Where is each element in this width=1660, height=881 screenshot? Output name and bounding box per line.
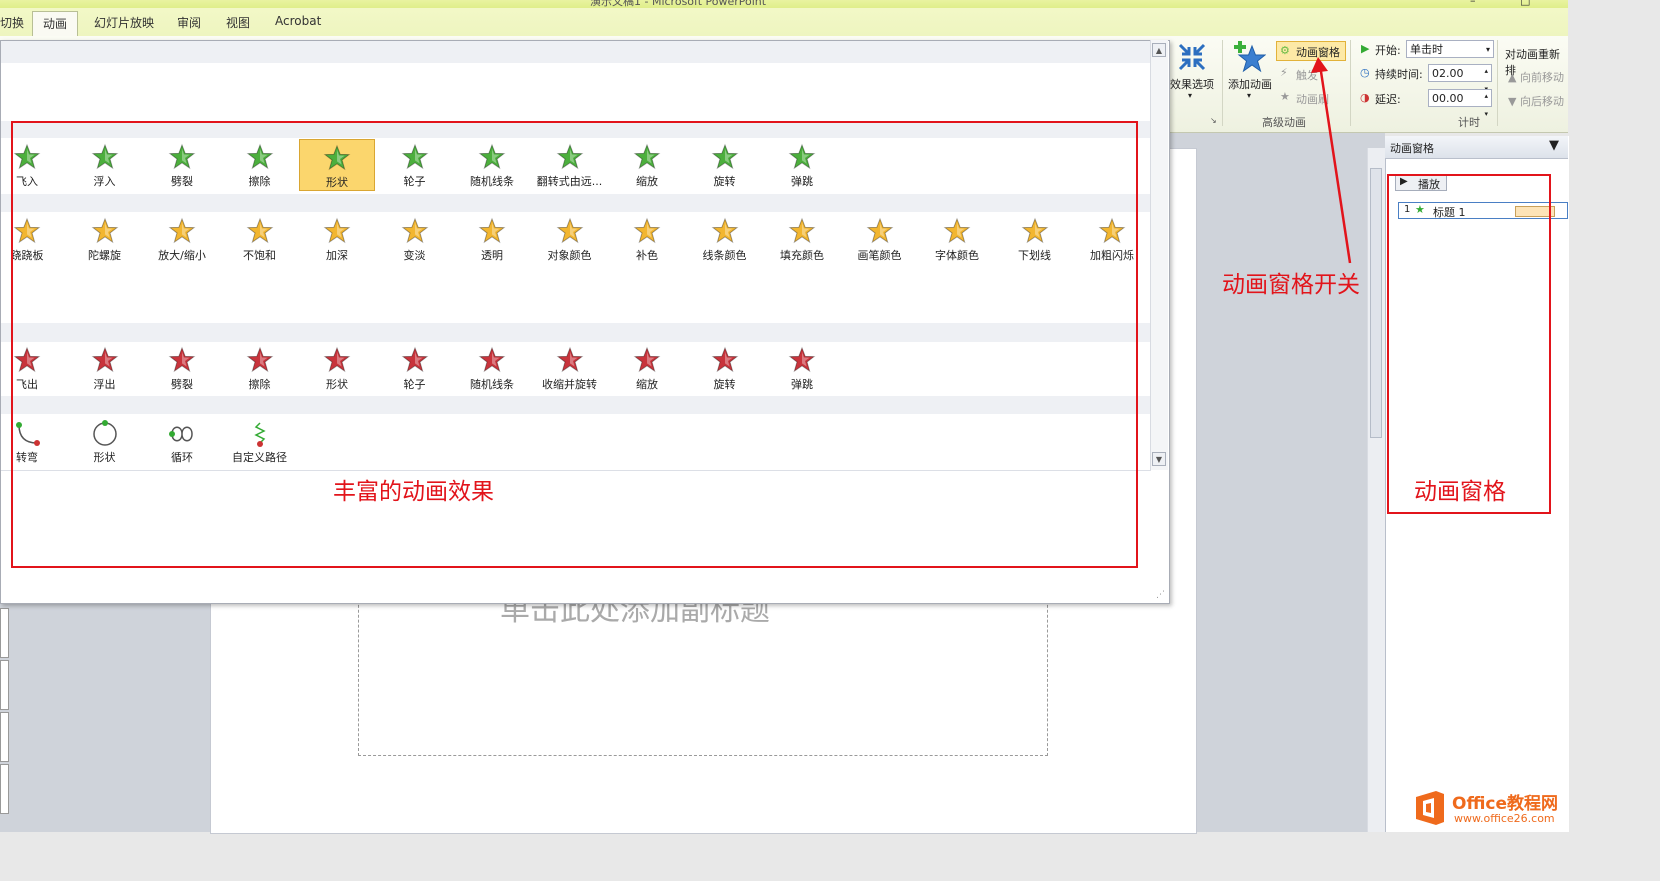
slide-thumbnail[interactable] [0,660,9,710]
add-animation-icon[interactable] [1234,40,1266,74]
tab-animations[interactable]: 动画 [32,11,79,37]
toggle-annotation: 动画窗格开关 [1222,272,1360,298]
ribbon-tabs: 切换 动画 幻灯片放映 审阅 视图 Acrobat [0,8,1568,37]
chevron-down-icon[interactable]: ▾ [1188,91,1192,100]
window-title: 演示文稿1 - Microsoft PowerPoint [590,0,767,8]
start-label: 开始: [1375,44,1401,57]
spin-icon: ▴▾ [1484,92,1488,118]
office26-logo: Office教程网 www.office26.com [1410,785,1568,832]
dialog-launcher-icon[interactable]: ↘ [1210,116,1217,125]
tab-slideshow[interactable]: 幻灯片放映 [94,14,154,31]
pane-annotation: 动画窗格 [1414,479,1506,505]
start-select[interactable]: 单击时 ▾ [1406,40,1494,58]
delay-label: 延迟: [1375,93,1401,106]
maximize-icon[interactable]: □ [1520,0,1530,7]
slide-thumbnail[interactable] [0,712,9,762]
annotation-arrow [1311,57,1352,264]
gallery-highlight-box [11,121,1138,568]
scroll-up-icon[interactable]: ▲ [1152,43,1166,57]
effect-options-icon[interactable] [1177,42,1207,72]
scrollbar-thumb[interactable] [1370,168,1382,438]
logo-url: www.office26.com [1454,812,1555,825]
timing-group-label: 计时 [1458,116,1480,129]
scroll-down-icon[interactable]: ▼ [1152,452,1166,466]
tab-review[interactable]: 审阅 [177,14,201,31]
move-later-button[interactable]: ▼ 向后移动 [1508,93,1564,109]
chevron-down-icon: ▾ [1485,45,1490,54]
add-animation-button[interactable]: 添加动画 [1228,76,1272,92]
title-bar: 演示文稿1 - Microsoft PowerPoint – □ [0,0,1568,8]
pane-highlight-box [1387,174,1551,514]
delay-spinner[interactable]: 00.00 ▴ ▾ [1428,89,1492,118]
duration-label: 持续时间: [1375,68,1423,81]
tab-acrobat[interactable]: Acrobat [275,14,321,28]
chevron-down-icon[interactable]: ▾ [1247,91,1251,100]
tab-view[interactable]: 视图 [226,14,250,31]
resize-grip-icon[interactable]: ⋰ [1156,590,1165,600]
office-logo-icon [1416,791,1444,825]
animation-painter-icon: ★ [1280,90,1290,103]
pane-icon: ⚙ [1280,44,1290,57]
slide-thumbnail[interactable] [0,608,9,658]
animation-pane-header: 动画窗格 ▼ [1385,136,1568,159]
tab-transitions[interactable]: 切换 [0,14,24,31]
gallery-scrollbar[interactable]: ▲ ▼ [1150,40,1168,470]
duration-spinner[interactable]: 02.00 ▴▾ [1428,64,1492,93]
animation-pane-title: 动画窗格 [1390,142,1434,155]
slide-thumbnail[interactable] [0,764,9,814]
chevron-down-icon[interactable]: ▼ [1549,138,1559,153]
play-start-icon: ▶ [1361,42,1370,55]
move-earlier-button[interactable]: ▲ 向前移动 [1508,69,1564,85]
gallery-header-band [1,41,1151,63]
minimize-icon[interactable]: – [1470,0,1476,7]
trigger-icon: ⚡ [1280,66,1288,79]
effect-options-button[interactable]: 效果选项 [1170,76,1214,92]
logo-brand: Office教程网 [1452,794,1559,814]
gallery-annotation: 丰富的动画效果 [333,479,494,505]
